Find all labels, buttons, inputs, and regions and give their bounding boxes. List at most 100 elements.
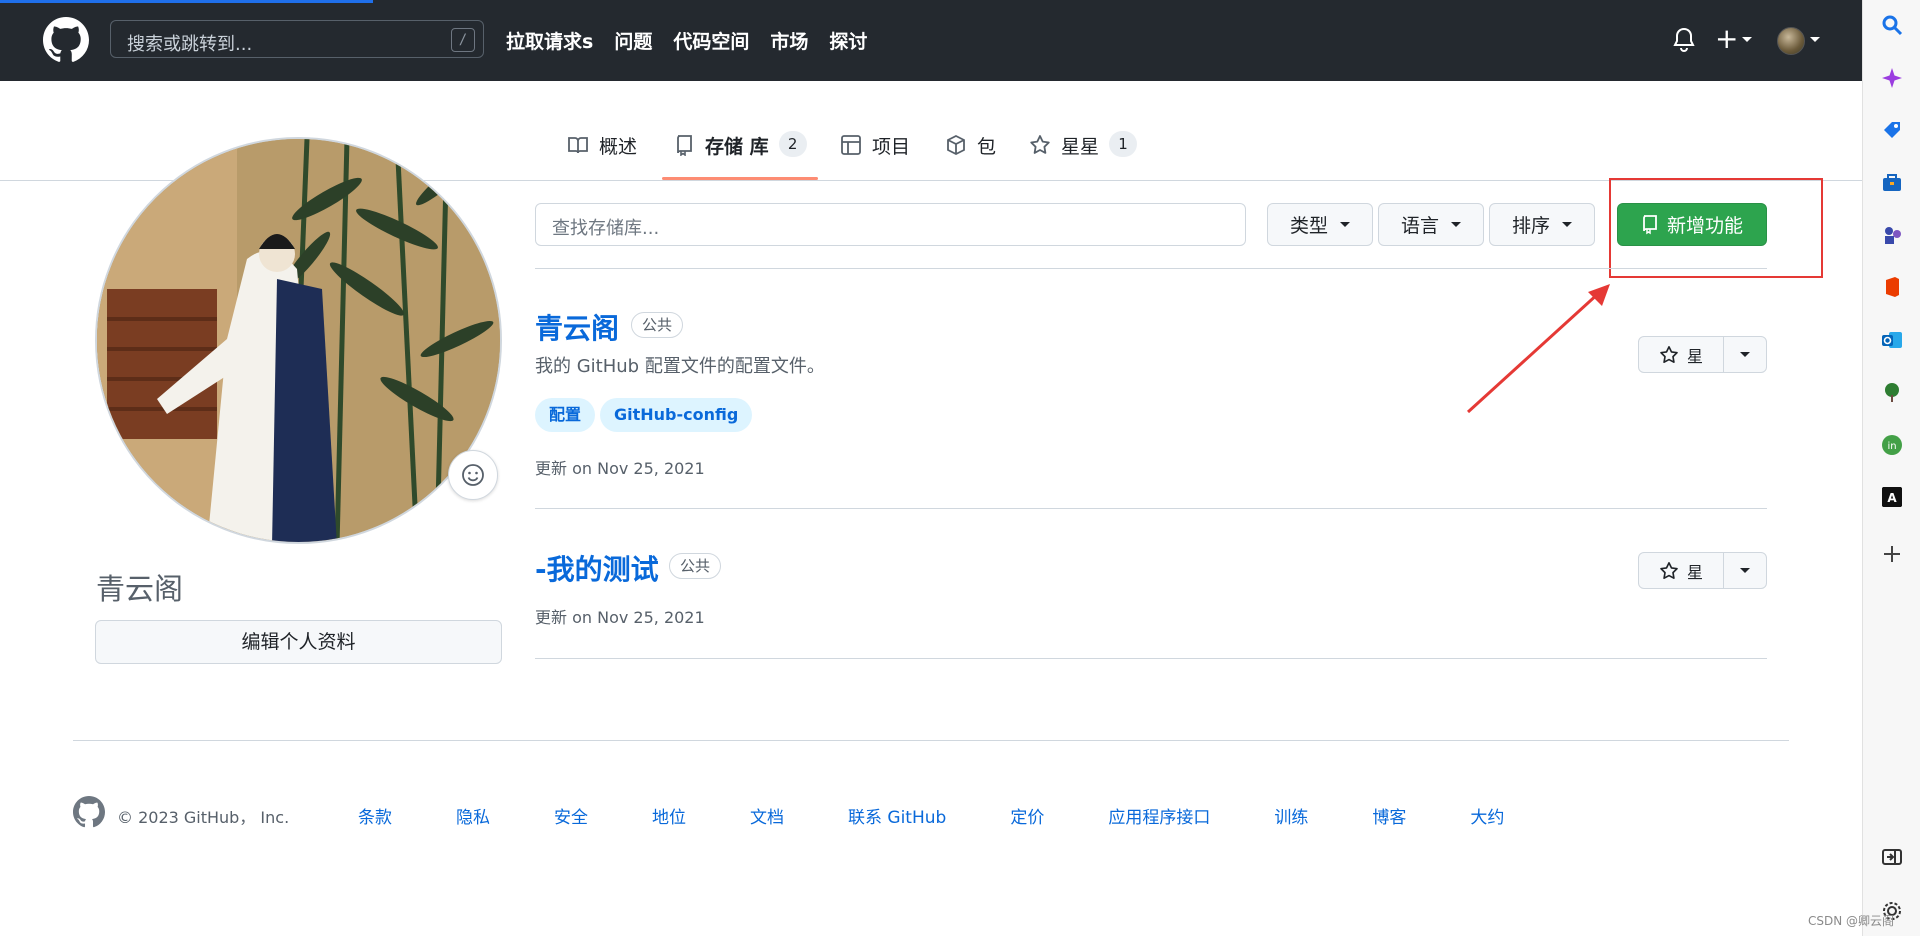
outlook-icon[interactable] <box>1881 329 1903 351</box>
topic-tag[interactable]: 配置 <box>535 398 596 432</box>
global-search-input[interactable]: 搜索或跳转到... / <box>110 20 484 58</box>
profile-name: 青云阁 <box>96 572 184 606</box>
user-avatar[interactable] <box>1777 27 1805 55</box>
user-menu-caret-icon[interactable] <box>1810 37 1820 42</box>
star-icon <box>1660 561 1678 579</box>
chevron-down-icon <box>1451 222 1461 227</box>
tree-extension-icon[interactable] <box>1881 381 1903 403</box>
browser-sidebar: in A <box>1862 0 1920 936</box>
repo-description: 我的 GitHub 配置文件的配置文件。 <box>535 356 825 377</box>
create-new-caret-icon[interactable] <box>1742 37 1752 42</box>
shopping-tag-icon[interactable] <box>1881 119 1903 141</box>
notification-bell-icon[interactable] <box>1672 27 1696 53</box>
star-label: 星 <box>1686 562 1703 582</box>
tab-overview-label: 概述 <box>599 136 638 158</box>
edit-profile-button[interactable]: 编辑个人资料 <box>95 620 502 664</box>
github-logo-icon[interactable] <box>43 17 89 63</box>
footer-link-status[interactable]: 地位 <box>652 803 686 828</box>
tab-packages[interactable]: 包 <box>945 132 996 180</box>
footer-copyright: © 2023 GitHub， Inc. <box>117 808 290 827</box>
chevron-down-icon <box>1740 568 1750 573</box>
nav-pull-requests[interactable]: 拉取请求s <box>506 27 593 54</box>
footer-link-docs[interactable]: 文档 <box>750 803 784 828</box>
repo-name-link[interactable]: -我的测试 <box>535 548 659 588</box>
type-filter-dropdown[interactable]: 类型 <box>1267 203 1373 246</box>
list-divider <box>535 508 1767 509</box>
language-filter-dropdown[interactable]: 语言 <box>1378 203 1484 246</box>
visibility-badge: 公共 <box>669 553 722 579</box>
search-shortcut-key: / <box>451 28 475 52</box>
list-divider <box>535 268 1767 269</box>
sort-dropdown[interactable]: 排序 <box>1489 203 1595 246</box>
star-list-dropdown[interactable] <box>1724 553 1766 588</box>
font-extension-icon[interactable]: A <box>1881 486 1903 508</box>
nav-explore[interactable]: 探讨 <box>829 27 867 54</box>
language-filter-label: 语言 <box>1400 215 1439 237</box>
github-logo-icon[interactable] <box>73 796 105 828</box>
footer-link-training[interactable]: 训练 <box>1274 803 1308 828</box>
nav-codespaces[interactable]: 代码空间 <box>673 27 749 54</box>
nav-marketplace[interactable]: 市场 <box>770 27 808 54</box>
profile-avatar-artwork <box>97 139 500 542</box>
star-icon <box>1660 345 1678 363</box>
star-button[interactable]: 星 <box>1639 553 1724 588</box>
svg-text:in: in <box>1887 441 1896 452</box>
svg-text:A: A <box>1887 491 1897 505</box>
office-icon[interactable] <box>1881 276 1903 298</box>
table-icon <box>841 135 861 155</box>
tab-stars-label: 星星 <box>1061 136 1100 158</box>
games-icon[interactable] <box>1881 224 1903 246</box>
tools-briefcase-icon[interactable] <box>1881 172 1903 194</box>
topic-tag[interactable]: GitHub-config <box>600 398 753 432</box>
type-filter-label: 类型 <box>1289 215 1328 237</box>
search-placeholder: 搜索或跳转到... <box>127 34 253 55</box>
chevron-down-icon <box>1562 222 1572 227</box>
footer-link-terms[interactable]: 条款 <box>358 803 392 828</box>
stars-count-badge: 1 <box>1109 131 1138 157</box>
tab-overview[interactable]: 概述 <box>567 132 637 180</box>
hide-sidebar-icon[interactable] <box>1881 846 1903 868</box>
repo-icon <box>677 135 692 156</box>
book-icon <box>568 137 588 154</box>
tab-stars[interactable]: 星星 1 <box>1029 131 1138 180</box>
csdn-watermark: CSDN @卿云阁 <box>1808 914 1895 928</box>
annotation-arrow-icon <box>1466 284 1610 414</box>
footer-link-contact[interactable]: 联系 GitHub <box>848 803 946 828</box>
footer-link-about[interactable]: 大约 <box>1470 803 1504 828</box>
profile-avatar[interactable] <box>95 137 502 544</box>
chevron-down-icon <box>1340 222 1350 227</box>
repo-name-link[interactable]: 青云阁 <box>535 307 619 347</box>
repo-updated-time: 更新 on Nov 25, 2021 <box>535 608 705 627</box>
star-button[interactable]: 星 <box>1639 337 1724 372</box>
copilot-sparkle-icon[interactable] <box>1881 67 1903 89</box>
search-icon[interactable] <box>1881 14 1903 36</box>
tab-projects-label: 项目 <box>872 136 911 158</box>
footer-links: 条款 隐私 安全 地位 文档 联系 GitHub 定价 应用程序接口 训练 博客… <box>358 803 1504 828</box>
star-list-dropdown[interactable] <box>1724 337 1766 372</box>
set-status-smiley-icon[interactable] <box>448 450 498 500</box>
footer-divider <box>73 740 1789 741</box>
tab-packages-label: 包 <box>977 136 997 158</box>
global-header: 搜索或跳转到... / 拉取请求s 问题 代码空间 市场 探讨 + <box>0 0 1862 81</box>
tab-repositories-label: 存储 库 <box>705 136 769 158</box>
visibility-badge: 公共 <box>631 312 684 338</box>
list-divider <box>535 658 1767 659</box>
footer-link-security[interactable]: 安全 <box>554 803 588 828</box>
star-button-group: 星 <box>1638 336 1767 373</box>
linkedin-extension-icon[interactable]: in <box>1881 434 1903 456</box>
create-new-plus-icon[interactable]: + <box>1715 25 1738 53</box>
tab-repositories[interactable]: 存储 库 2 <box>673 131 807 180</box>
add-plus-icon[interactable] <box>1881 543 1903 565</box>
find-repository-input[interactable]: 查找存储库... <box>535 203 1246 246</box>
chevron-down-icon <box>1740 352 1750 357</box>
package-icon <box>947 134 965 156</box>
footer-link-blog[interactable]: 博客 <box>1372 803 1406 828</box>
annotation-highlight-box <box>1609 178 1823 278</box>
star-icon <box>1030 135 1050 154</box>
tab-projects[interactable]: 项目 <box>840 132 910 180</box>
star-button-group: 星 <box>1638 552 1767 589</box>
nav-issues[interactable]: 问题 <box>614 27 652 54</box>
footer-link-pricing[interactable]: 定价 <box>1010 803 1044 828</box>
footer-link-api[interactable]: 应用程序接口 <box>1108 803 1210 828</box>
footer-link-privacy[interactable]: 隐私 <box>456 803 490 828</box>
